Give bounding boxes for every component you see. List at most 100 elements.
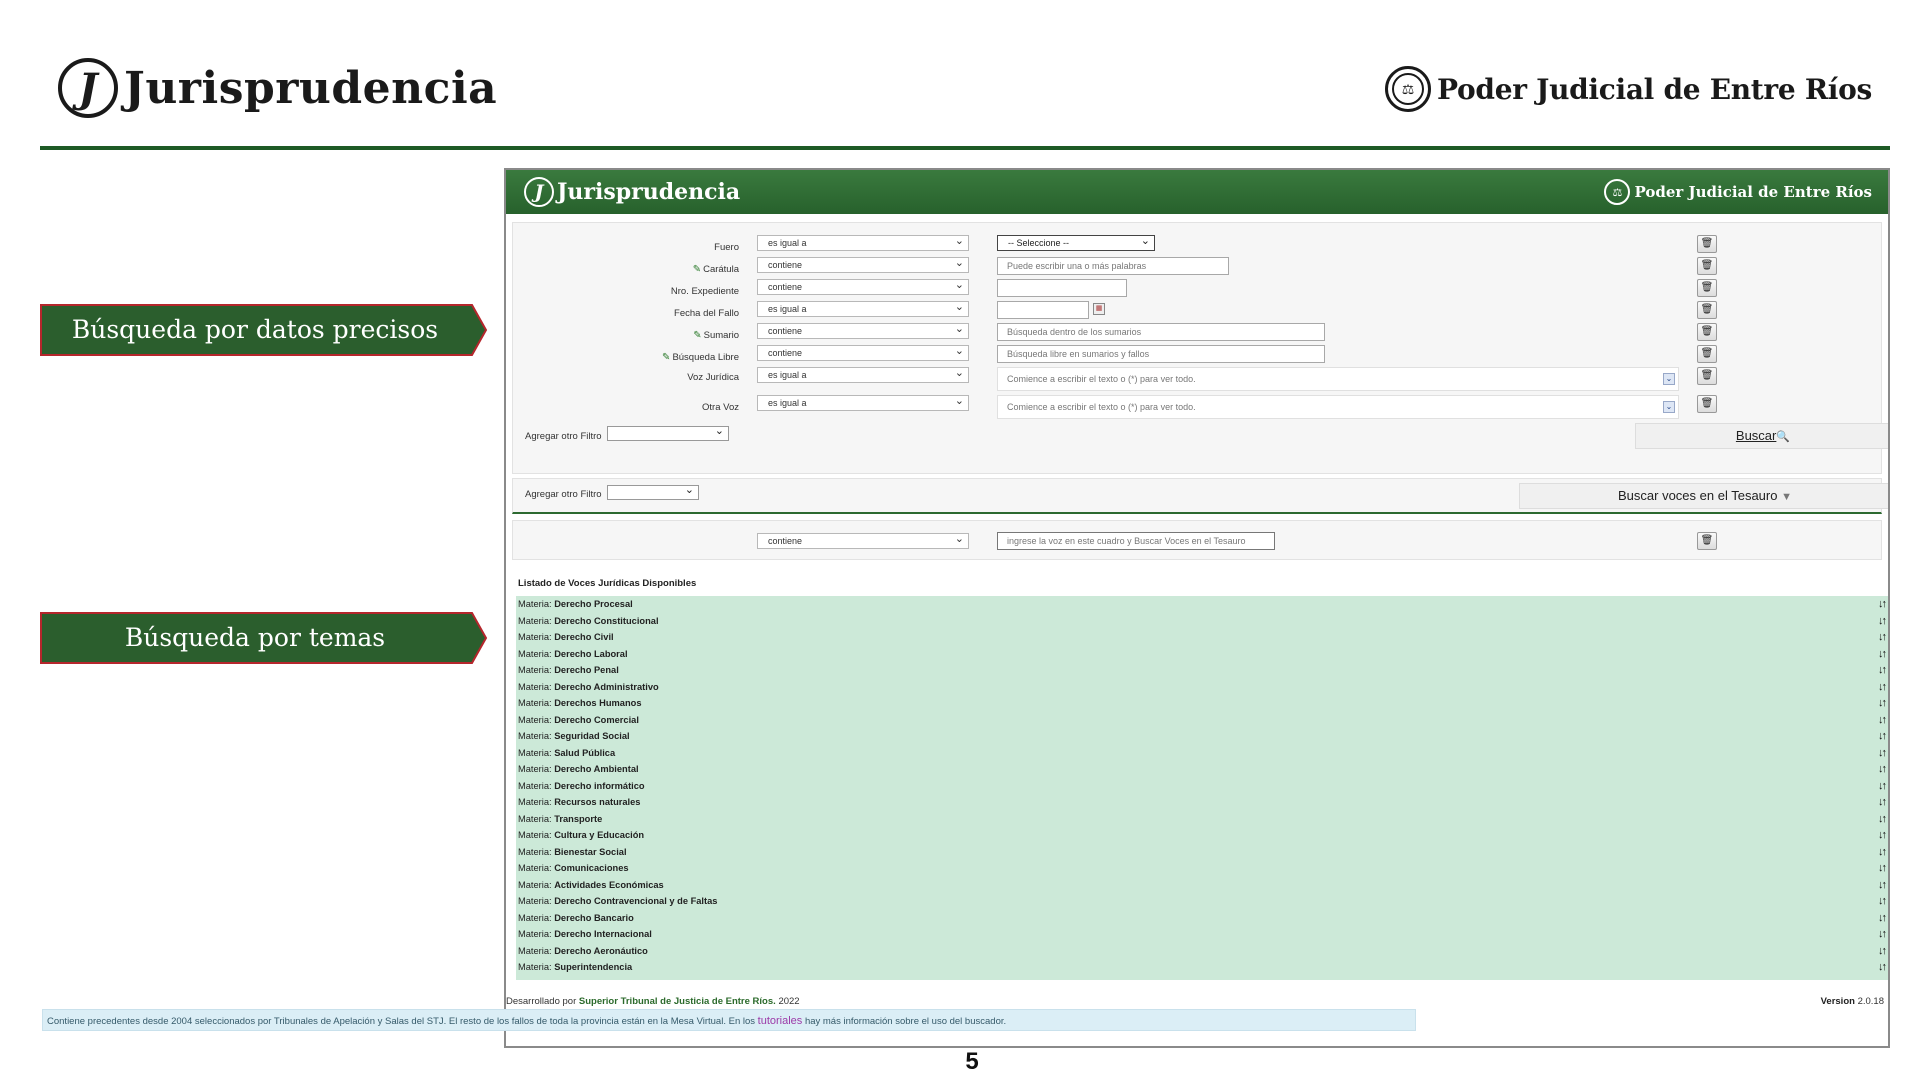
- sort-icon[interactable]: ↓↑: [1878, 629, 1887, 646]
- trash-icon[interactable]: 🗑: [1697, 323, 1717, 341]
- sort-icon[interactable]: ↓↑: [1878, 844, 1887, 861]
- sort-icon[interactable]: ↓↑: [1878, 877, 1887, 894]
- app-logo[interactable]: J Jurisprudencia: [524, 177, 740, 207]
- add-filter-label: Agregar otro Filtro: [525, 431, 602, 442]
- operator-select[interactable]: contiene: [757, 322, 969, 339]
- list-item[interactable]: Materia: Salud Pública ↓↑: [516, 745, 1888, 762]
- list-item[interactable]: Materia: Derecho Internacional ↓↑: [516, 926, 1888, 943]
- list-item-prefix: Materia:: [518, 632, 552, 642]
- chevron-down-icon[interactable]: ⌄: [1663, 373, 1675, 385]
- trash-icon[interactable]: 🗑: [1697, 367, 1717, 385]
- list-item[interactable]: Materia: Cultura y Educación ↓↑: [516, 827, 1888, 844]
- list-item[interactable]: Materia: Bienestar Social ↓↑: [516, 844, 1888, 861]
- search-button[interactable]: Buscar🔍: [1635, 423, 1888, 449]
- sort-icon[interactable]: ↓↑: [1878, 712, 1887, 729]
- list-item[interactable]: Materia: Derecho Ambiental ↓↑: [516, 761, 1888, 778]
- sort-icon[interactable]: ↓↑: [1878, 646, 1887, 663]
- trash-icon[interactable]: 🗑: [1697, 395, 1717, 413]
- thesaurus-input[interactable]: ingrese la voz en este cuadro y Buscar V…: [997, 532, 1275, 550]
- list-item[interactable]: Materia: Derecho Constitucional ↓↑: [516, 613, 1888, 630]
- sort-icon[interactable]: ↓↑: [1878, 662, 1887, 679]
- trash-icon[interactable]: 🗑: [1697, 257, 1717, 275]
- filter-row-caratula: ✎Carátula contiene Puede escribir una o …: [513, 256, 1881, 275]
- list-item[interactable]: Materia: Transporte ↓↑: [516, 811, 1888, 828]
- list-item[interactable]: Materia: Derechos Humanos ↓↑: [516, 695, 1888, 712]
- busqueda-libre-input[interactable]: Búsqueda libre en sumarios y fallos: [997, 345, 1325, 363]
- trash-icon[interactable]: 🗑: [1697, 301, 1717, 319]
- list-item-prefix: Materia:: [518, 846, 552, 857]
- sumario-input[interactable]: Búsqueda dentro de los sumarios: [997, 323, 1325, 341]
- list-item[interactable]: Materia: Comunicaciones ↓↑: [516, 860, 1888, 877]
- list-item[interactable]: Materia: Derecho Comercial ↓↑: [516, 712, 1888, 729]
- version-info: Version 2.0.18: [1820, 996, 1884, 1007]
- pin-icon: ✎: [693, 330, 702, 341]
- slide-title: Jurisprudencia: [124, 62, 498, 114]
- operator-select[interactable]: contiene: [757, 278, 969, 295]
- list-item[interactable]: Materia: Derecho Contravencional y de Fa…: [516, 893, 1888, 910]
- developer-credit: Desarrollado por Superior Tribunal de Ju…: [506, 996, 800, 1007]
- fuero-select[interactable]: -- Seleccione --: [997, 234, 1155, 251]
- sort-icon[interactable]: ↓↑: [1878, 959, 1887, 976]
- trash-icon[interactable]: 🗑: [1697, 279, 1717, 297]
- sort-icon[interactable]: ↓↑: [1878, 910, 1887, 927]
- trash-icon[interactable]: 🗑: [1697, 235, 1717, 253]
- tutorials-link[interactable]: tutoriales: [758, 1015, 803, 1027]
- thesaurus-add-filter-select[interactable]: [607, 483, 699, 500]
- list-item[interactable]: Materia: Superintendencia ↓↑: [516, 959, 1888, 976]
- list-item[interactable]: Materia: Derecho informático ↓↑: [516, 778, 1888, 795]
- sort-icon[interactable]: ↓↑: [1878, 745, 1887, 762]
- operator-select[interactable]: es igual a: [757, 300, 969, 317]
- list-item[interactable]: Materia: Derecho Penal ↓↑: [516, 662, 1888, 679]
- trash-icon[interactable]: 🗑: [1697, 532, 1717, 550]
- operator-select[interactable]: es igual a: [757, 394, 969, 411]
- sort-icon[interactable]: ↓↑: [1878, 613, 1887, 630]
- operator-select[interactable]: contiene: [757, 256, 969, 273]
- list-item[interactable]: Materia: Derecho Bancario ↓↑: [516, 910, 1888, 927]
- sort-icon[interactable]: ↓↑: [1878, 679, 1887, 696]
- list-item-prefix: Materia:: [518, 681, 552, 692]
- filter-row-fuero: Fuero es igual a -- Seleccione -- 🗑: [513, 234, 1881, 253]
- sort-icon[interactable]: ↓↑: [1878, 827, 1887, 844]
- sort-icon[interactable]: ↓↑: [1878, 811, 1887, 828]
- thesaurus-search-button[interactable]: Buscar voces en el Tesauro ▼: [1519, 483, 1888, 509]
- add-filter-select[interactable]: [607, 424, 729, 441]
- thesaurus-operator-select[interactable]: contiene: [757, 532, 969, 549]
- list-item[interactable]: Materia: Derecho Administrativo ↓↑: [516, 679, 1888, 696]
- trash-icon[interactable]: 🗑: [1697, 345, 1717, 363]
- fecha-input[interactable]: [997, 301, 1089, 319]
- chevron-down-icon[interactable]: ⌄: [1663, 401, 1675, 413]
- list-item[interactable]: Materia: Seguridad Social ↓↑: [516, 728, 1888, 745]
- otra-voz-input[interactable]: Comience a escribir el texto o (*) para …: [997, 395, 1679, 419]
- sort-icon[interactable]: ↓↑: [1878, 860, 1887, 877]
- sort-icon[interactable]: ↓↑: [1878, 943, 1887, 960]
- operator-select[interactable]: contiene: [757, 344, 969, 361]
- list-item-label: Bienestar Social: [554, 846, 627, 857]
- list-item[interactable]: Materia: Derecho Procesal ↓↑: [516, 596, 1888, 613]
- sort-icon[interactable]: ↓↑: [1878, 893, 1887, 910]
- sort-icon[interactable]: ↓↑: [1878, 926, 1887, 943]
- sort-icon[interactable]: ↓↑: [1878, 778, 1887, 795]
- list-item-label: Derecho Constitucional: [554, 615, 659, 626]
- list-item[interactable]: Materia: Actividades Económicas ↓↑: [516, 877, 1888, 894]
- list-item-prefix: Materia:: [518, 912, 552, 923]
- list-item[interactable]: Materia: Recursos naturales ↓↑: [516, 794, 1888, 811]
- calendar-icon[interactable]: ▦: [1093, 303, 1105, 315]
- caratula-input[interactable]: Puede escribir una o más palabras: [997, 257, 1229, 275]
- operator-select[interactable]: es igual a: [757, 234, 969, 251]
- app-org: ⚖ Poder Judicial de Entre Ríos: [1604, 179, 1872, 205]
- sort-icon[interactable]: ↓↑: [1878, 728, 1887, 745]
- list-item-label: Seguridad Social: [554, 731, 630, 741]
- filter-label: Otra Voz: [702, 402, 739, 413]
- sort-icon[interactable]: ↓↑: [1878, 695, 1887, 712]
- operator-select[interactable]: es igual a: [757, 366, 969, 383]
- seal-icon: ⚖: [1604, 179, 1631, 205]
- list-item-prefix: Materia:: [518, 648, 552, 659]
- list-item[interactable]: Materia: Derecho Civil ↓↑: [516, 629, 1888, 646]
- sort-icon[interactable]: ↓↑: [1878, 596, 1887, 613]
- sort-icon[interactable]: ↓↑: [1878, 761, 1887, 778]
- list-item[interactable]: Materia: Derecho Aeronáutico ↓↑: [516, 943, 1888, 960]
- expediente-input[interactable]: [997, 279, 1127, 297]
- list-item[interactable]: Materia: Derecho Laboral ↓↑: [516, 646, 1888, 663]
- voz-juridica-input[interactable]: Comience a escribir el texto o (*) para …: [997, 367, 1679, 391]
- sort-icon[interactable]: ↓↑: [1878, 794, 1887, 811]
